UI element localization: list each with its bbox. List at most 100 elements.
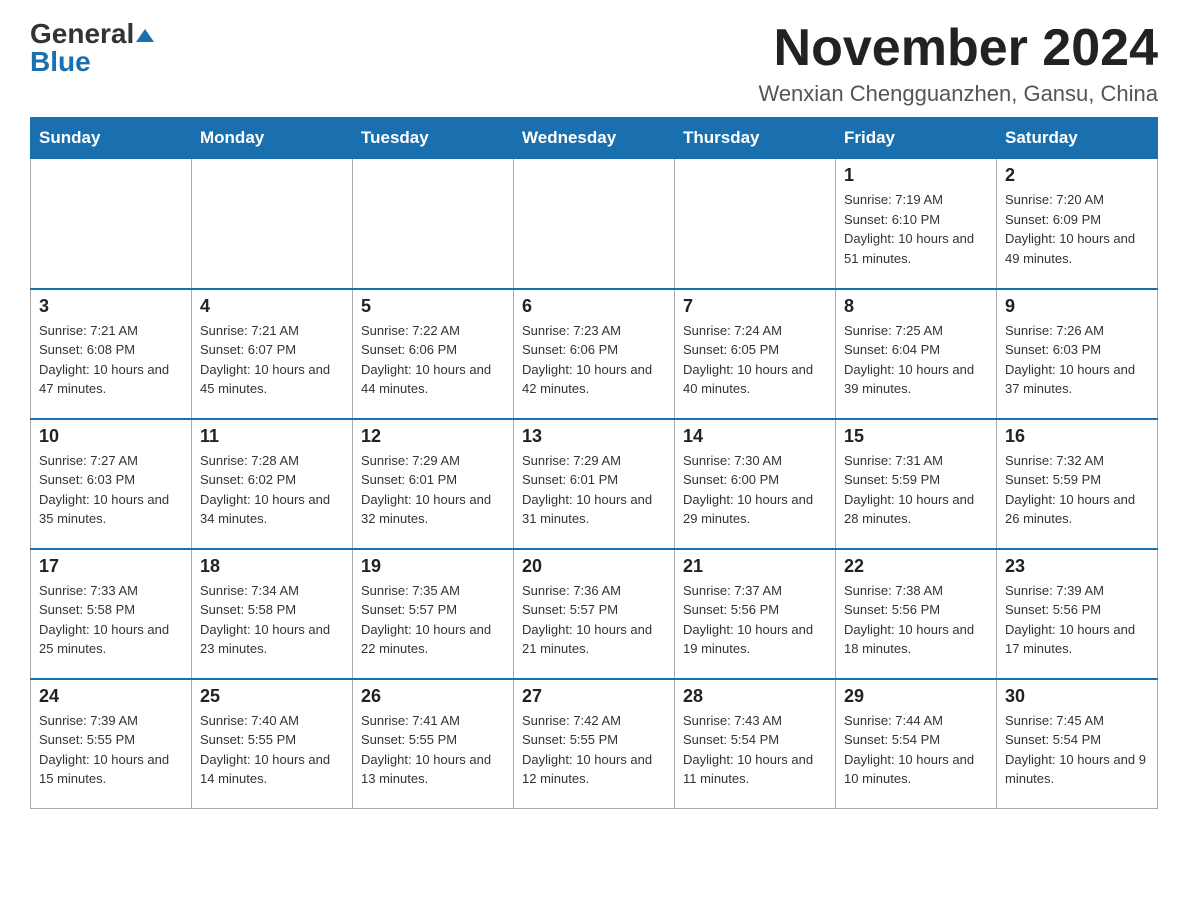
day-number: 21 [683,556,827,577]
calendar-cell: 16Sunrise: 7:32 AMSunset: 5:59 PMDayligh… [997,419,1158,549]
calendar-cell: 22Sunrise: 7:38 AMSunset: 5:56 PMDayligh… [836,549,997,679]
day-info: Sunrise: 7:31 AMSunset: 5:59 PMDaylight:… [844,451,988,529]
day-info: Sunrise: 7:23 AMSunset: 6:06 PMDaylight:… [522,321,666,399]
day-info: Sunrise: 7:36 AMSunset: 5:57 PMDaylight:… [522,581,666,659]
calendar-cell: 9 Sunrise: 7:26 AMSunset: 6:03 PMDaylight… [997,289,1158,419]
day-number: 19 [361,556,505,577]
calendar-week-2: 3 Sunrise: 7:21 AMSunset: 6:08 PMDaylight… [31,289,1158,419]
calendar-week-5: 24 Sunrise: 7:39 AMSunset: 5:55 PMDayligh… [31,679,1158,809]
day-number: 28 [683,686,827,707]
calendar-week-1: 1Sunrise: 7:19 AMSunset: 6:10 PMDaylight… [31,159,1158,289]
day-info: Sunrise: 7:24 AMSunset: 6:05 PMDaylight:… [683,321,827,399]
day-info: Sunrise: 7:41 AMSunset: 5:55 PMDaylight:… [361,711,505,789]
day-info: Sunrise: 7:27 AMSunset: 6:03 PMDaylight:… [39,451,183,529]
day-info: Sunrise: 7:37 AMSunset: 5:56 PMDaylight:… [683,581,827,659]
day-info: Sunrise: 7:34 AMSunset: 5:58 PMDaylight:… [200,581,344,659]
calendar-cell: 24 Sunrise: 7:39 AMSunset: 5:55 PMDayligh… [31,679,192,809]
day-header-wednesday: Wednesday [514,118,675,159]
calendar-cell: 30 Sunrise: 7:45 AMSunset: 5:54 PMDayligh… [997,679,1158,809]
day-header-friday: Friday [836,118,997,159]
calendar-cell: 10 Sunrise: 7:27 AMSunset: 6:03 PMDayligh… [31,419,192,549]
calendar-cell: 23 Sunrise: 7:39 AMSunset: 5:56 PMDayligh… [997,549,1158,679]
day-info: Sunrise: 7:35 AMSunset: 5:57 PMDaylight:… [361,581,505,659]
day-info: Sunrise: 7:28 AMSunset: 6:02 PMDaylight:… [200,451,344,529]
day-info: Sunrise: 7:42 AMSunset: 5:55 PMDaylight:… [522,711,666,789]
calendar-header-row: SundayMondayTuesdayWednesdayThursdayFrid… [31,118,1158,159]
calendar: SundayMondayTuesdayWednesdayThursdayFrid… [30,117,1158,809]
calendar-cell: 11 Sunrise: 7:28 AMSunset: 6:02 PMDayligh… [192,419,353,549]
day-number: 18 [200,556,344,577]
calendar-cell [31,159,192,289]
calendar-cell [192,159,353,289]
day-info: Sunrise: 7:45 AMSunset: 5:54 PMDaylight:… [1005,711,1149,789]
page-header: General Blue November 2024 Wenxian Cheng… [30,20,1158,107]
calendar-cell: 27 Sunrise: 7:42 AMSunset: 5:55 PMDayligh… [514,679,675,809]
day-number: 3 [39,296,183,317]
calendar-cell: 2 Sunrise: 7:20 AMSunset: 6:09 PMDaylight… [997,159,1158,289]
day-info: Sunrise: 7:21 AMSunset: 6:08 PMDaylight:… [39,321,183,399]
day-info: Sunrise: 7:29 AMSunset: 6:01 PMDaylight:… [361,451,505,529]
day-number: 20 [522,556,666,577]
day-number: 6 [522,296,666,317]
day-info: Sunrise: 7:44 AMSunset: 5:54 PMDaylight:… [844,711,988,789]
day-header-tuesday: Tuesday [353,118,514,159]
logo: General Blue [30,20,154,76]
day-number: 2 [1005,165,1149,186]
day-info: Sunrise: 7:32 AMSunset: 5:59 PMDaylight:… [1005,451,1149,529]
calendar-cell: 1Sunrise: 7:19 AMSunset: 6:10 PMDaylight… [836,159,997,289]
day-number: 13 [522,426,666,447]
calendar-cell [675,159,836,289]
day-info: Sunrise: 7:43 AMSunset: 5:54 PMDaylight:… [683,711,827,789]
day-header-monday: Monday [192,118,353,159]
month-title: November 2024 [758,20,1158,77]
day-number: 22 [844,556,988,577]
day-number: 29 [844,686,988,707]
calendar-cell: 5Sunrise: 7:22 AMSunset: 6:06 PMDaylight… [353,289,514,419]
day-number: 27 [522,686,666,707]
day-info: Sunrise: 7:26 AMSunset: 6:03 PMDaylight:… [1005,321,1149,399]
title-section: November 2024 Wenxian Chengguanzhen, Gan… [758,20,1158,107]
day-info: Sunrise: 7:29 AMSunset: 6:01 PMDaylight:… [522,451,666,529]
day-info: Sunrise: 7:30 AMSunset: 6:00 PMDaylight:… [683,451,827,529]
location: Wenxian Chengguanzhen, Gansu, China [758,81,1158,107]
calendar-cell: 19 Sunrise: 7:35 AMSunset: 5:57 PMDayligh… [353,549,514,679]
day-number: 9 [1005,296,1149,317]
calendar-cell: 7 Sunrise: 7:24 AMSunset: 6:05 PMDaylight… [675,289,836,419]
day-number: 8 [844,296,988,317]
calendar-cell: 12 Sunrise: 7:29 AMSunset: 6:01 PMDayligh… [353,419,514,549]
calendar-cell: 15 Sunrise: 7:31 AMSunset: 5:59 PMDayligh… [836,419,997,549]
day-header-thursday: Thursday [675,118,836,159]
day-number: 25 [200,686,344,707]
calendar-cell: 21 Sunrise: 7:37 AMSunset: 5:56 PMDayligh… [675,549,836,679]
calendar-week-4: 17Sunrise: 7:33 AMSunset: 5:58 PMDayligh… [31,549,1158,679]
day-number: 23 [1005,556,1149,577]
day-info: Sunrise: 7:22 AMSunset: 6:06 PMDaylight:… [361,321,505,399]
calendar-week-3: 10 Sunrise: 7:27 AMSunset: 6:03 PMDayligh… [31,419,1158,549]
calendar-cell: 18 Sunrise: 7:34 AMSunset: 5:58 PMDayligh… [192,549,353,679]
day-info: Sunrise: 7:21 AMSunset: 6:07 PMDaylight:… [200,321,344,399]
day-number: 4 [200,296,344,317]
day-info: Sunrise: 7:39 AMSunset: 5:56 PMDaylight:… [1005,581,1149,659]
calendar-cell: 20 Sunrise: 7:36 AMSunset: 5:57 PMDayligh… [514,549,675,679]
calendar-cell: 14Sunrise: 7:30 AMSunset: 6:00 PMDayligh… [675,419,836,549]
day-header-sunday: Sunday [31,118,192,159]
day-number: 11 [200,426,344,447]
day-info: Sunrise: 7:20 AMSunset: 6:09 PMDaylight:… [1005,190,1149,268]
logo-sub: Blue [30,48,91,76]
day-number: 12 [361,426,505,447]
day-info: Sunrise: 7:39 AMSunset: 5:55 PMDaylight:… [39,711,183,789]
calendar-cell: 25Sunrise: 7:40 AMSunset: 5:55 PMDayligh… [192,679,353,809]
calendar-cell [353,159,514,289]
day-number: 26 [361,686,505,707]
day-number: 24 [39,686,183,707]
day-number: 15 [844,426,988,447]
calendar-cell: 28 Sunrise: 7:43 AMSunset: 5:54 PMDayligh… [675,679,836,809]
day-info: Sunrise: 7:19 AMSunset: 6:10 PMDaylight:… [844,190,988,268]
calendar-cell [514,159,675,289]
day-header-saturday: Saturday [997,118,1158,159]
day-info: Sunrise: 7:25 AMSunset: 6:04 PMDaylight:… [844,321,988,399]
day-number: 7 [683,296,827,317]
day-number: 10 [39,426,183,447]
calendar-cell: 8 Sunrise: 7:25 AMSunset: 6:04 PMDaylight… [836,289,997,419]
day-number: 30 [1005,686,1149,707]
